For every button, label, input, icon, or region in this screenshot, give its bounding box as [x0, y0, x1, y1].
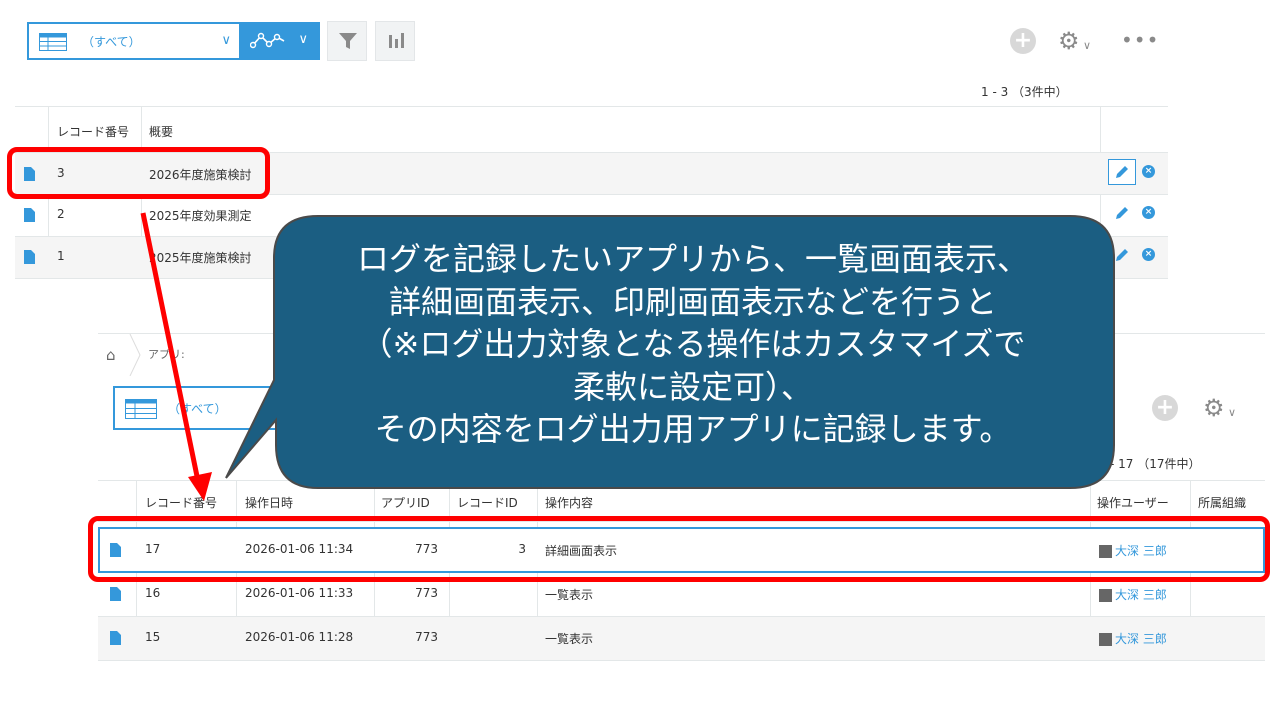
callout-line: ログを記録したいアプリから、一覧画面表示、 [356, 240, 1029, 278]
callout-line: 柔軟に設定可）、 [572, 367, 813, 406]
callout-line: （※ログ出力対象となる操作はカスタマイズで [360, 325, 1026, 364]
arrowhead [188, 472, 212, 501]
callout-line: 詳細画面表示、印刷画面表示などを行うと [388, 282, 997, 321]
callout-line: その内容をログ出力用アプリに記録します。 [374, 410, 1012, 449]
callout-text: ログを記録したいアプリから、一覧画面表示、 詳細画面表示、印刷画面表示などを行う… [283, 238, 1103, 451]
arrow-line [140, 212, 202, 487]
